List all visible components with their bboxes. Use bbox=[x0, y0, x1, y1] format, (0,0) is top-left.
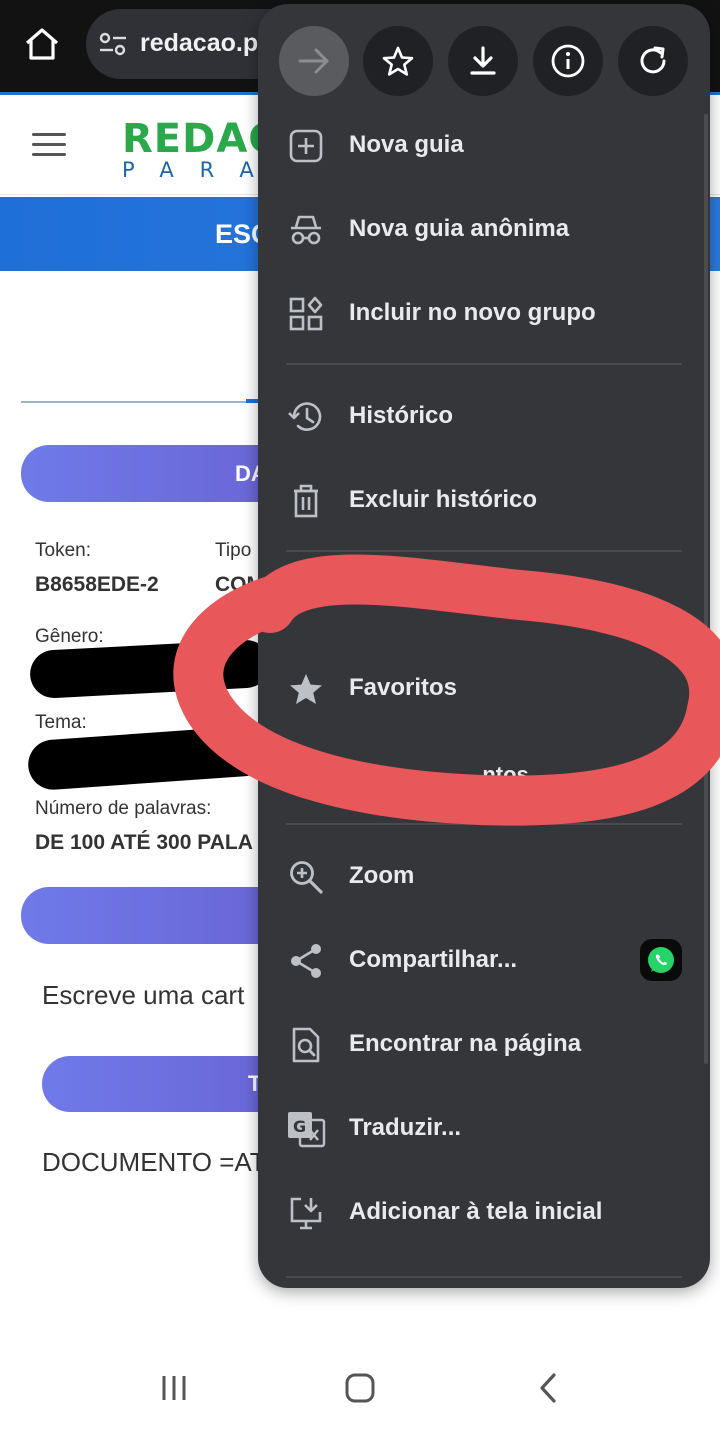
menu-item-incognito[interactable]: Nova guia anônima bbox=[258, 188, 698, 272]
hamburger-menu-icon[interactable] bbox=[32, 133, 66, 157]
tipo-value: COM bbox=[215, 573, 264, 596]
home-icon[interactable] bbox=[22, 24, 62, 64]
svg-text:G: G bbox=[293, 1117, 306, 1136]
tab-underline bbox=[21, 401, 261, 403]
menu-item-new-tab[interactable]: Nova guia bbox=[258, 104, 698, 188]
menu-item-share[interactable]: Compartilhar... bbox=[258, 919, 698, 1003]
menu-item-label: Excluir histórico bbox=[349, 486, 538, 513]
menu-item-label: Incluir no novo grupo bbox=[349, 299, 596, 326]
history-icon bbox=[286, 399, 326, 435]
recent-tabs-icon bbox=[286, 764, 326, 788]
translate-icon: G bbox=[286, 1111, 326, 1148]
menu-item-zoom[interactable]: Zoom bbox=[258, 835, 698, 919]
tipo-label: Tipo bbox=[215, 540, 252, 561]
document-line: DOCUMENTO =AT bbox=[42, 1147, 266, 1177]
logo-text: REDAÇ bbox=[122, 116, 279, 162]
menu-item-label: Traduzir... bbox=[349, 1114, 462, 1141]
download-icon[interactable] bbox=[448, 26, 518, 96]
zoom-icon bbox=[286, 859, 326, 895]
word-count-value: DE 100 ATÉ 300 PALA bbox=[35, 831, 253, 854]
menu-item-find-in-page[interactable]: Encontrar na página bbox=[258, 1003, 698, 1087]
site-logo[interactable]: REDAÇ PARA bbox=[122, 119, 280, 181]
menu-divider bbox=[286, 823, 682, 825]
reload-icon[interactable] bbox=[618, 26, 688, 96]
menu-divider bbox=[286, 363, 682, 365]
menu-item-label: Adicionar à tela inicial bbox=[349, 1198, 603, 1225]
menu-item-bookmarks[interactable]: Favoritos bbox=[258, 647, 698, 731]
tema-label: Tema: bbox=[35, 712, 87, 733]
menu-divider bbox=[286, 1276, 682, 1278]
menu-item-new-group[interactable]: Incluir no novo grupo bbox=[258, 272, 698, 356]
star-icon bbox=[286, 671, 326, 707]
share-icon bbox=[286, 943, 326, 979]
genero-label: Gênero: bbox=[35, 626, 104, 647]
menu-scrollbar[interactable] bbox=[704, 114, 708, 1064]
menu-item-partial-label: ...ntos bbox=[464, 762, 529, 787]
incognito-icon bbox=[286, 212, 326, 248]
add-to-home-icon bbox=[286, 1195, 326, 1231]
menu-item-history[interactable]: Histórico bbox=[258, 375, 698, 459]
bookmark-star-icon[interactable] bbox=[363, 26, 433, 96]
token-value: B8658EDE-2 bbox=[35, 573, 159, 596]
new-tab-icon bbox=[286, 128, 326, 164]
android-nav-bar bbox=[0, 1340, 720, 1432]
menu-item-label: Encontrar na página bbox=[349, 1030, 582, 1057]
logo-subtext: PARA bbox=[122, 158, 280, 182]
recent-apps-icon[interactable] bbox=[150, 1368, 198, 1408]
tab-group-icon bbox=[286, 296, 326, 332]
downloads-icon bbox=[286, 586, 326, 616]
token-label: Token: bbox=[35, 540, 91, 561]
menu-item-label: Zoom bbox=[349, 862, 415, 889]
whatsapp-icon[interactable] bbox=[640, 939, 682, 981]
browser-overflow-menu: Nova guia Nova guia anônima Incluir no n… bbox=[258, 4, 710, 1288]
trash-icon bbox=[286, 483, 326, 519]
menu-item-label: Compartilhar... bbox=[349, 946, 518, 973]
menu-item-label: Histórico bbox=[349, 402, 454, 429]
site-settings-icon[interactable] bbox=[98, 31, 128, 57]
url-text[interactable]: redacao.pr bbox=[140, 29, 268, 58]
menu-divider bbox=[286, 550, 682, 552]
menu-item-label: Nova guia anônima bbox=[349, 215, 570, 242]
forward-icon[interactable] bbox=[279, 26, 349, 96]
find-in-page-icon bbox=[286, 1027, 326, 1063]
home-nav-icon[interactable] bbox=[336, 1368, 384, 1408]
prompt-paragraph: Escreve uma cart bbox=[42, 980, 245, 1010]
menu-item-translate[interactable]: G Traduzir... bbox=[258, 1087, 698, 1171]
redaction-scribble bbox=[26, 724, 270, 792]
info-icon[interactable] bbox=[533, 26, 603, 96]
menu-item-label: Nova guia bbox=[349, 131, 464, 158]
menu-item-label: Favoritos bbox=[349, 674, 458, 701]
word-count-label: Número de palavras: bbox=[35, 798, 212, 819]
menu-item-clear-history[interactable]: Excluir histórico bbox=[258, 459, 698, 543]
back-icon[interactable] bbox=[524, 1368, 572, 1408]
menu-item-add-to-home[interactable]: Adicionar à tela inicial bbox=[258, 1171, 698, 1255]
